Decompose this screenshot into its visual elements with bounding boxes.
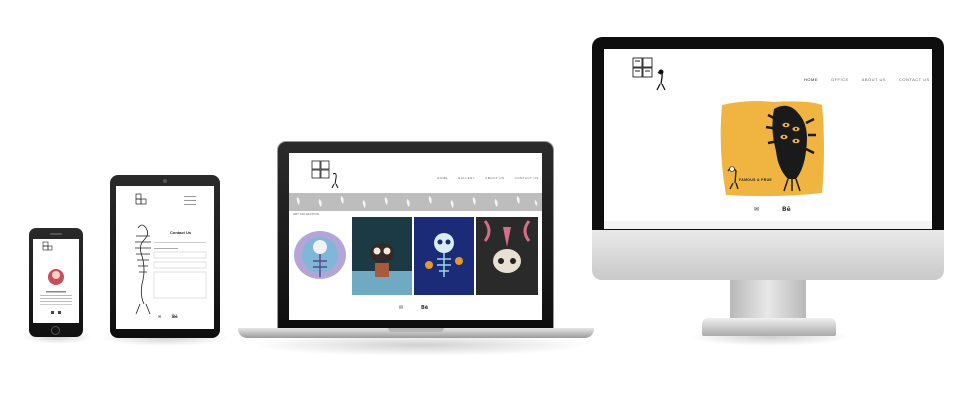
laptop-nav: HOME GALLERY ABOUT US CONTACT US	[437, 176, 539, 180]
gallery-item-1[interactable]	[290, 217, 350, 295]
monitor-stand-base	[702, 318, 836, 336]
section-label: ART COLLECTION	[293, 212, 319, 216]
logo-icon	[42, 241, 53, 251]
nav-about[interactable]: ABOUT US	[485, 176, 504, 180]
desktop-page-footer-band	[604, 221, 932, 229]
email-icon[interactable]: ✉	[158, 314, 161, 319]
gallery-grid	[290, 217, 538, 295]
tablet-heading: Contact Us	[170, 230, 192, 235]
desktop-nav: HOME OFFICE ABOUT US CONTACT US	[804, 77, 930, 82]
desktop-monitor: HOME OFFICE ABOUT US CONTACT US FAMOUS &…	[592, 37, 944, 230]
email-icon[interactable]: ✉	[754, 206, 759, 213]
logo-icon[interactable]	[632, 57, 672, 91]
hero-illustration	[720, 101, 824, 197]
laptop-notch	[388, 328, 444, 332]
tablet-page-art	[135, 193, 207, 315]
phone-page	[40, 241, 72, 314]
laptop-device: HOME GALLERY ABOUT US CONTACT US ART COL…	[277, 141, 554, 329]
nav-home[interactable]: HOME	[437, 176, 448, 180]
logo-icon[interactable]	[311, 160, 341, 190]
nav-contact[interactable]: CONTACT US	[515, 176, 539, 180]
monitor-chin	[592, 230, 944, 280]
pattern-banner	[289, 193, 542, 211]
hero-caption: FAMOUS & PRUE	[739, 178, 773, 182]
gallery-item-2[interactable]	[352, 217, 412, 295]
desktop-screen: HOME OFFICE ABOUT US CONTACT US FAMOUS &…	[604, 49, 932, 229]
nav-contact[interactable]: CONTACT US	[899, 77, 930, 82]
phone-device	[29, 228, 83, 337]
tablet-screen: Contact Us ✉ Bē	[116, 186, 214, 329]
nav-home[interactable]: HOME	[804, 77, 818, 82]
behance-icon[interactable]: Bē	[172, 314, 178, 319]
email-icon[interactable]: ✉	[399, 305, 403, 311]
nav-about[interactable]: ABOUT US	[862, 77, 886, 82]
gallery-item-4[interactable]	[476, 217, 538, 295]
nav-gallery[interactable]: GALLERY	[458, 176, 475, 180]
skeleton-illustration	[135, 224, 151, 315]
monitor-neck	[730, 280, 806, 322]
behance-icon[interactable]: Bē	[421, 305, 428, 311]
gallery-item-3[interactable]	[414, 217, 474, 295]
nav-office[interactable]: OFFICE	[831, 77, 849, 82]
laptop-screen: HOME GALLERY ABOUT US CONTACT US ART COL…	[289, 153, 542, 320]
behance-icon[interactable]: Bē	[782, 206, 791, 213]
phone-speaker	[50, 233, 62, 235]
logo-icon	[135, 193, 147, 205]
tablet-camera	[163, 179, 167, 183]
tablet-device: Contact Us ✉ Bē	[110, 175, 220, 338]
phone-screen	[33, 239, 79, 323]
phone-home-button[interactable]	[51, 326, 60, 335]
